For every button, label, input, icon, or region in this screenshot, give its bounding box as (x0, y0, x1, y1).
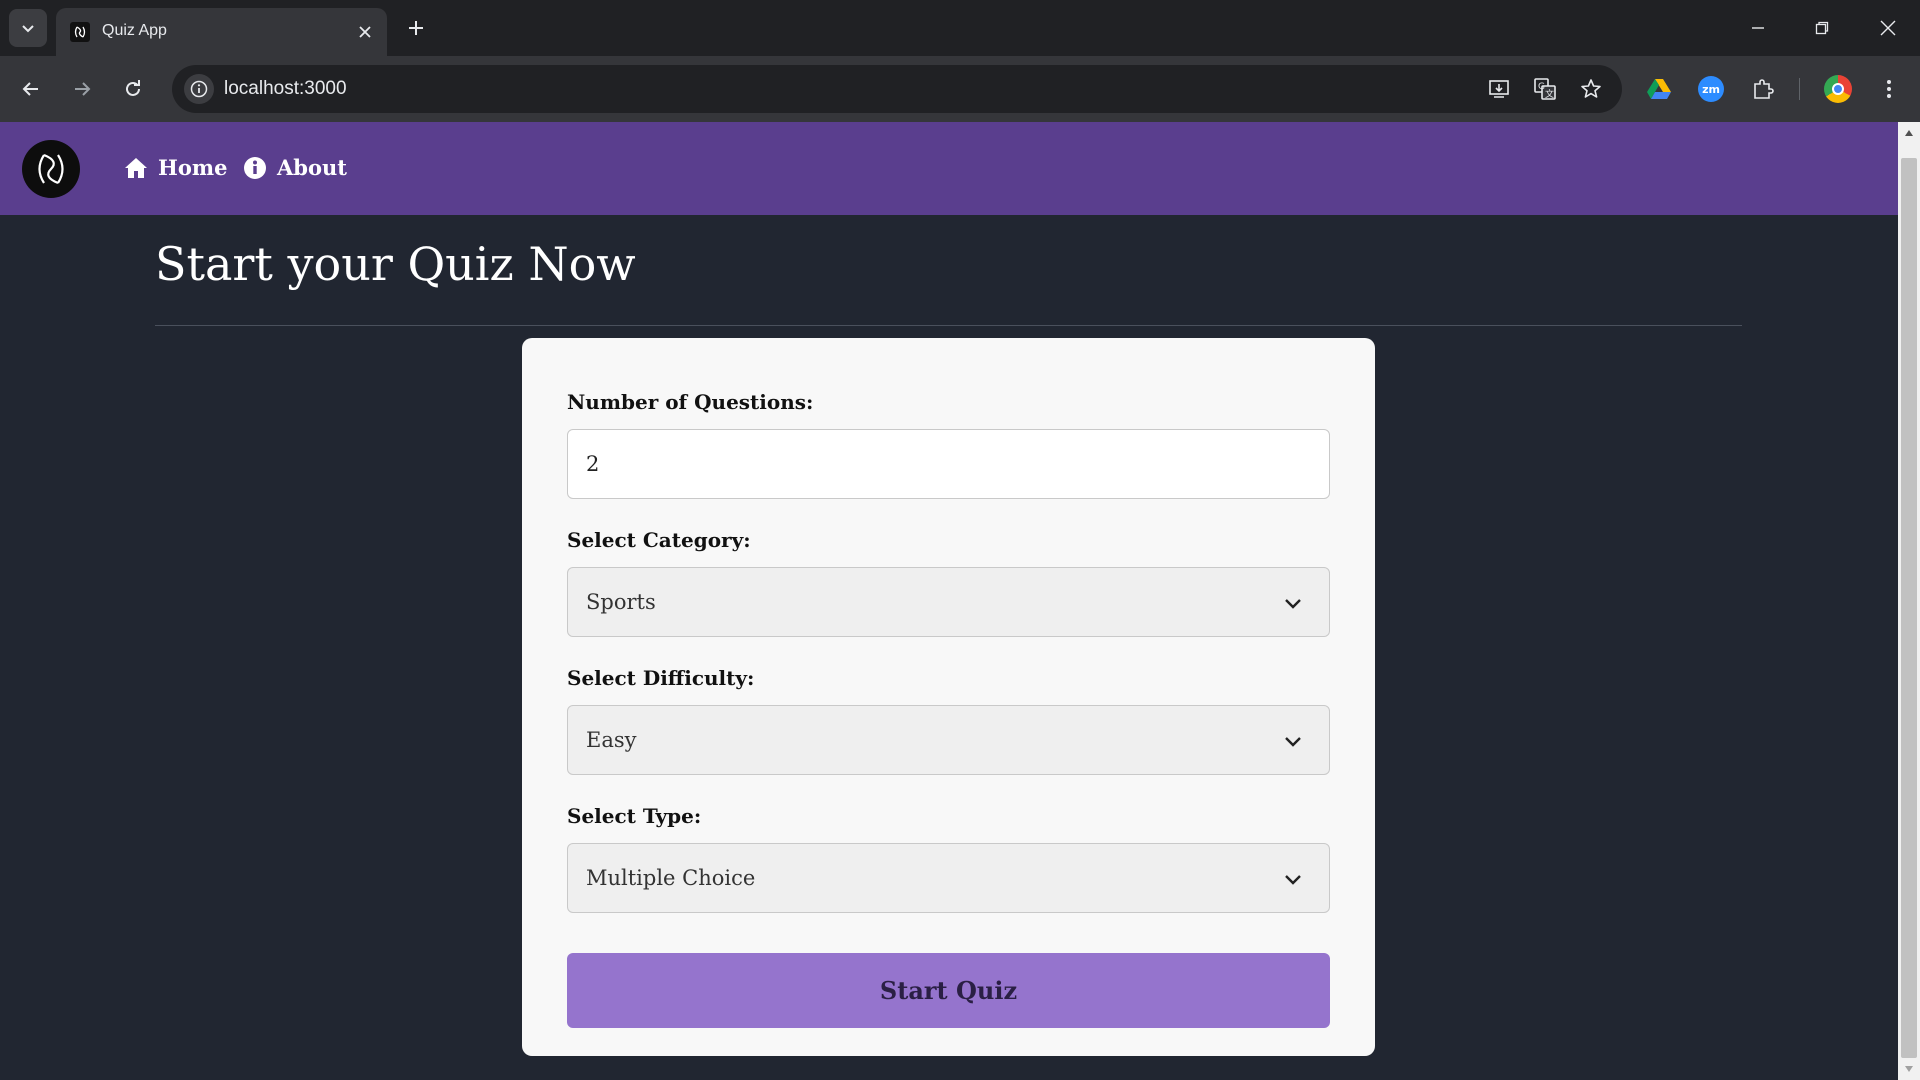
page-viewport: Home About Start your Quiz Now Number of… (0, 122, 1898, 1080)
questions-input[interactable]: 2 (567, 429, 1330, 499)
drive-extension-button[interactable] (1640, 70, 1678, 108)
translate-icon: G文 (1534, 78, 1556, 100)
home-icon (125, 158, 147, 178)
nav-about-label: About (277, 155, 347, 180)
chevron-down-icon (1285, 875, 1301, 885)
zoom-icon: zm (1698, 76, 1724, 102)
tab-title: Quiz App (102, 22, 167, 39)
scroll-up-button[interactable] (1898, 122, 1920, 144)
difficulty-label: Select Difficulty: (567, 666, 755, 690)
svg-text:G: G (1538, 82, 1545, 92)
triangle-down-icon (1905, 1066, 1913, 1072)
install-icon (1489, 80, 1509, 98)
triangle-up-icon (1905, 130, 1913, 136)
zoom-icon-label: zm (1702, 82, 1720, 96)
scrollbar-thumb[interactable] (1901, 158, 1917, 1058)
puzzle-icon (1754, 79, 1774, 99)
info-icon (190, 80, 208, 98)
install-app-button[interactable] (1484, 74, 1514, 104)
category-selected-value: Sports (586, 590, 656, 614)
tab-favicon-icon (70, 22, 90, 42)
reload-button[interactable] (114, 70, 152, 108)
new-tab-button[interactable] (400, 12, 432, 44)
difficulty-select[interactable]: Easy (567, 705, 1330, 775)
category-label: Select Category: (567, 528, 751, 552)
back-button[interactable] (12, 70, 50, 108)
type-label: Select Type: (567, 804, 702, 828)
category-select[interactable]: Sports (567, 567, 1330, 637)
chevron-down-icon (22, 25, 34, 33)
tab-list-button[interactable] (9, 9, 47, 47)
chevron-down-icon (1285, 737, 1301, 747)
quiz-settings-card: Number of Questions: 2 Select Category: … (522, 338, 1375, 1056)
close-icon (359, 26, 371, 38)
logo-icon (38, 153, 64, 185)
translate-button[interactable]: G文 (1530, 74, 1560, 104)
plus-icon (409, 21, 423, 35)
forward-button[interactable] (63, 70, 101, 108)
page-scrollbar[interactable] (1898, 122, 1920, 1080)
extensions-button[interactable] (1744, 70, 1782, 108)
app-logo[interactable] (22, 140, 80, 198)
close-icon (1880, 20, 1896, 36)
bookmark-button[interactable] (1576, 74, 1606, 104)
profile-button[interactable] (1819, 70, 1857, 108)
type-selected-value: Multiple Choice (586, 866, 756, 890)
questions-label: Number of Questions: (567, 390, 814, 414)
app-navbar: Home About (0, 122, 1898, 215)
nav-home-label: Home (158, 155, 228, 180)
nav-home-link[interactable]: Home (124, 153, 227, 183)
difficulty-selected-value: Easy (586, 728, 637, 752)
type-select[interactable]: Multiple Choice (567, 843, 1330, 913)
star-icon (1581, 79, 1601, 98)
minimize-button[interactable] (1736, 8, 1780, 48)
restore-icon (1815, 21, 1829, 35)
tab-strip: Quiz App (0, 0, 1920, 56)
profile-avatar-icon (1824, 75, 1852, 103)
page-title: Start your Quiz Now (155, 237, 636, 291)
window-close-button[interactable] (1866, 8, 1910, 48)
site-info-button[interactable] (184, 74, 214, 104)
back-arrow-icon (22, 82, 38, 96)
google-drive-icon (1647, 79, 1671, 99)
browser-toolbar: localhost:3000 G文 zm (0, 56, 1920, 122)
reload-icon (126, 80, 140, 96)
chevron-down-icon (1285, 599, 1301, 609)
zoom-extension-button[interactable]: zm (1692, 70, 1730, 108)
url-text: localhost:3000 (224, 78, 347, 99)
restore-button[interactable] (1800, 8, 1844, 48)
minimize-icon (1752, 27, 1764, 29)
toolbar-separator (1799, 78, 1800, 100)
active-tab[interactable]: Quiz App (56, 8, 387, 56)
more-vertical-icon (1887, 80, 1891, 98)
scroll-down-button[interactable] (1898, 1058, 1920, 1080)
nav-about-link[interactable]: About (243, 153, 347, 183)
svg-text:文: 文 (1545, 88, 1554, 100)
tab-close-button[interactable] (353, 20, 377, 44)
forward-arrow-icon (75, 82, 91, 96)
title-divider (155, 325, 1742, 326)
info-circle-icon (244, 157, 266, 179)
address-bar[interactable]: localhost:3000 G文 (172, 65, 1622, 113)
start-quiz-button[interactable]: Start Quiz (567, 953, 1330, 1028)
browser-menu-button[interactable] (1870, 70, 1908, 108)
